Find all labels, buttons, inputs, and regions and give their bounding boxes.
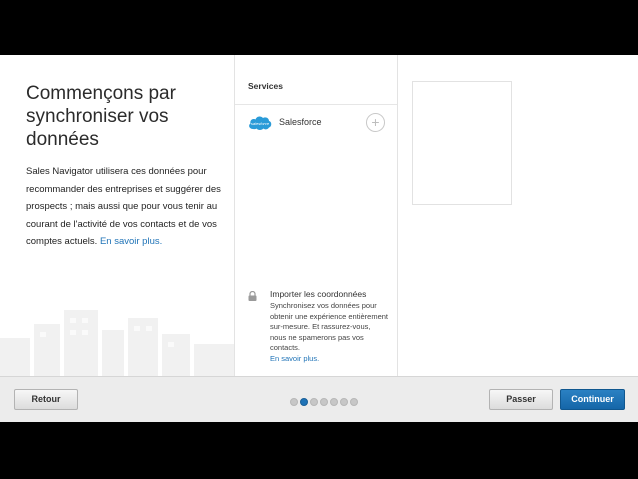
learn-more-link[interactable]: En savoir plus. — [100, 236, 162, 247]
buildings-watermark — [0, 310, 234, 376]
step-dot — [290, 398, 298, 406]
preview-area — [398, 55, 638, 376]
skip-button[interactable]: Passer — [489, 389, 553, 410]
import-description: Synchronisez vos données pour obtenir un… — [270, 301, 388, 365]
step-indicator — [290, 398, 358, 406]
step-dot — [310, 398, 318, 406]
page-title: Commençons par synchroniser vos données — [26, 83, 176, 150]
service-name: Salesforce — [279, 117, 322, 127]
intro-panel: Commençons par synchroniser vos données … — [0, 55, 234, 376]
import-learn-more-link[interactable]: En savoir plus. — [270, 354, 388, 365]
services-heading: Services — [248, 81, 283, 91]
step-dot — [340, 398, 348, 406]
intro-description: Sales Navigator utilisera ces données po… — [26, 163, 226, 251]
step-dot — [330, 398, 338, 406]
step-dot — [320, 398, 328, 406]
step-dot — [350, 398, 358, 406]
salesforce-logo-icon: salesforce — [249, 116, 272, 130]
intro-description-text: Sales Navigator utilisera ces données po… — [26, 166, 221, 247]
lock-icon — [248, 291, 257, 301]
import-description-text: Synchronisez vos données pour obtenir un… — [270, 301, 388, 353]
import-title: Importer les coordonnées — [270, 289, 367, 299]
add-service-button[interactable]: + — [366, 113, 385, 132]
back-button[interactable]: Retour — [14, 389, 78, 410]
services-column: Services salesforce Salesforce + Importe… — [234, 55, 398, 376]
svg-text:salesforce: salesforce — [251, 121, 270, 126]
onboarding-dialog: Commençons par synchroniser vos données … — [0, 55, 638, 422]
step-dot — [300, 398, 308, 406]
continue-button[interactable]: Continuer — [560, 389, 625, 410]
service-item-salesforce[interactable]: salesforce Salesforce + — [235, 105, 397, 139]
preview-card — [412, 81, 512, 205]
wizard-footer: Retour Passer Continuer — [0, 376, 638, 422]
